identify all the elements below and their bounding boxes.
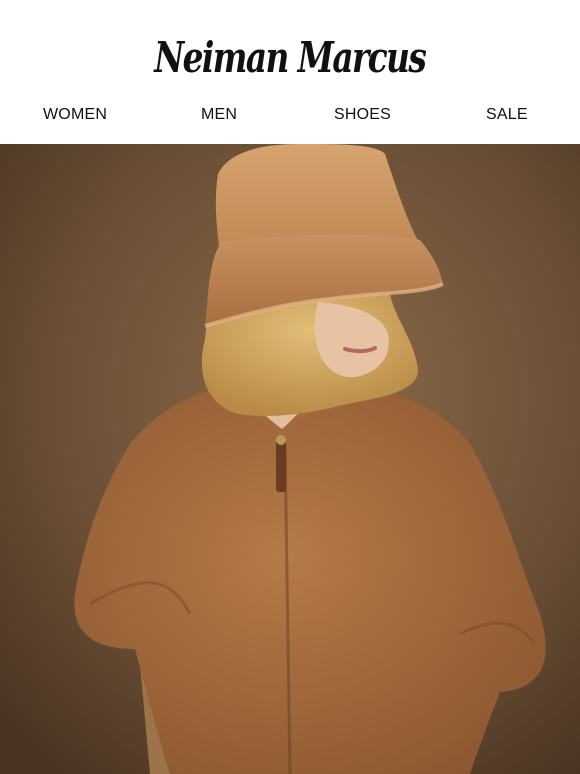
nav-item-sale[interactable]: SALE — [486, 106, 528, 124]
logo-text: Neiman Marcus — [154, 32, 427, 82]
nav-item-shoes[interactable]: SHOES — [334, 106, 391, 124]
header: Neiman Marcus — [0, 0, 580, 96]
nav-item-men[interactable]: MEN — [201, 106, 237, 124]
hero-photo — [0, 144, 580, 774]
email-page: Neiman Marcus WOMEN MEN SHOES SALE — [0, 0, 580, 774]
hero-image[interactable] — [0, 144, 580, 774]
main-nav: WOMEN MEN SHOES SALE — [0, 96, 580, 144]
nav-item-women[interactable]: WOMEN — [43, 106, 107, 124]
brand-logo[interactable]: Neiman Marcus — [116, 22, 463, 92]
